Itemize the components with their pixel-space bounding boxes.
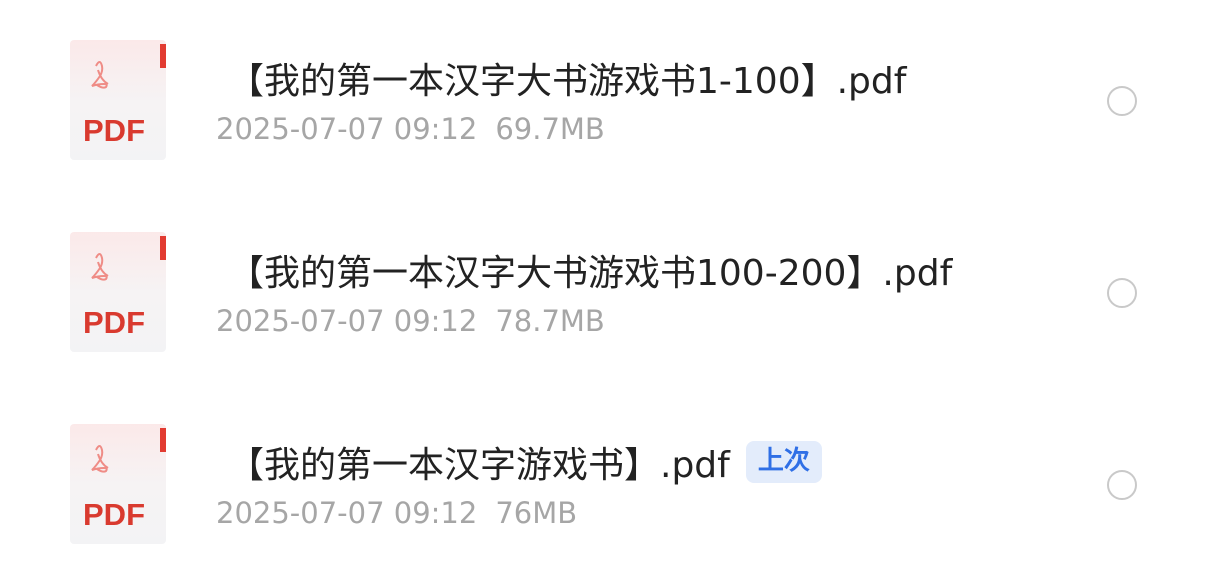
file-meta: 2025-07-07 09:12 76MB xyxy=(216,496,577,530)
file-size: 69.7MB xyxy=(495,112,605,146)
file-title-line: 【我的第一本汉字大书游戏书1-100】.pdf xyxy=(228,52,906,104)
file-row[interactable]: PDF 【我的第一本汉字大书游戏书100-200】.pdf 2025-07-07… xyxy=(0,192,1220,352)
pdf-file-icon: PDF xyxy=(70,424,170,544)
file-size: 78.7MB xyxy=(495,304,605,338)
file-name: 【我的第一本汉字大书游戏书100-200】.pdf xyxy=(228,253,953,294)
file-meta: 2025-07-07 09:12 69.7MB xyxy=(216,112,605,146)
select-radio[interactable] xyxy=(1107,470,1137,500)
file-meta: 2025-07-07 09:12 78.7MB xyxy=(216,304,605,338)
pdf-label: PDF xyxy=(83,497,145,532)
last-opened-badge: 上次 xyxy=(745,441,822,483)
pdf-file-icon: PDF xyxy=(70,40,170,160)
file-row[interactable]: PDF 【我的第一本汉字游戏书】.pdf 上次 2025-07-07 09:12… xyxy=(0,384,1220,544)
file-title-line: 【我的第一本汉字大书游戏书100-200】.pdf xyxy=(228,244,952,296)
file-name: 【我的第一本汉字游戏书】.pdf xyxy=(228,445,730,486)
file-list: PDF 【我的第一本汉字大书游戏书1-100】.pdf 2025-07-07 0… xyxy=(0,0,1220,567)
pdf-file-icon: PDF xyxy=(70,232,170,352)
file-date: 2025-07-07 09:12 xyxy=(216,112,478,146)
file-title-line: 【我的第一本汉字游戏书】.pdf 上次 xyxy=(228,436,822,488)
file-date: 2025-07-07 09:12 xyxy=(216,304,478,338)
select-radio[interactable] xyxy=(1107,86,1137,116)
select-radio[interactable] xyxy=(1107,278,1137,308)
pdf-label: PDF xyxy=(83,305,145,340)
file-name: 【我的第一本汉字大书游戏书1-100】.pdf xyxy=(228,61,907,102)
file-size: 76MB xyxy=(495,496,578,530)
file-row[interactable]: PDF 【我的第一本汉字大书游戏书1-100】.pdf 2025-07-07 0… xyxy=(0,0,1220,160)
pdf-label: PDF xyxy=(83,113,145,148)
file-date: 2025-07-07 09:12 xyxy=(216,496,478,530)
